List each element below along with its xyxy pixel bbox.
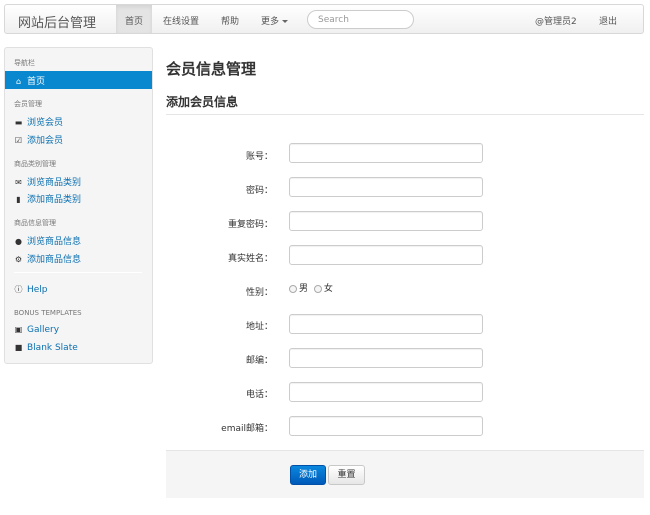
sidebar-item-home[interactable]: ⌂ 首页	[5, 71, 152, 89]
picture-icon: ▣	[14, 325, 23, 334]
sidebar-item-label: 首页	[27, 77, 46, 87]
brand-title[interactable]: 网站后台管理	[18, 12, 96, 31]
info-circle-icon: ⓘ	[14, 285, 23, 294]
gender-male-radio[interactable]	[289, 284, 297, 293]
sidebar-item-label: Blank Slate	[27, 343, 78, 353]
nav-online-settings[interactable]: 在线设置	[163, 14, 199, 27]
sidebar-item-add-member[interactable]: ☑ 添加会员	[14, 133, 63, 146]
user-icon: ●	[15, 237, 22, 246]
folder-open-icon: ▬	[14, 118, 23, 127]
nav-help[interactable]: 帮助	[221, 14, 239, 27]
password-label: 密码：	[245, 186, 273, 196]
section-divider	[166, 114, 644, 115]
zip-label: 邮编：	[245, 356, 273, 366]
real-name-label: 真实姓名：	[227, 254, 273, 264]
real-name-field[interactable]	[289, 245, 483, 265]
phone-label: 电话：	[245, 390, 273, 400]
sidebar-item-label: 添加商品信息	[27, 255, 82, 265]
sidebar-item-label: 浏览会员	[27, 118, 64, 128]
repeat-password-field[interactable]	[289, 211, 483, 231]
email-label: email邮箱：	[221, 424, 273, 434]
check-square-icon: ☑	[14, 136, 23, 145]
sidebar-header-bonus: BONUS TEMPLATES	[14, 309, 82, 317]
sidebar-item-browse-members[interactable]: ▬ 浏览会员	[14, 115, 63, 128]
sidebar: 导航栏 ⌂ 首页 会员管理 ▬ 浏览会员 ☑ 添加会员 商品类别管理 ✉ 浏览商品类别 …	[4, 47, 153, 364]
zip-field[interactable]	[289, 348, 483, 368]
sidebar-item-help[interactable]: ⓘ Help	[14, 284, 48, 295]
sidebar-item-label: Help	[27, 285, 48, 295]
nav-more-label: 更多	[261, 17, 280, 27]
gender-female-radio[interactable]	[313, 284, 322, 293]
sidebar-item-label: 浏览商品类别	[27, 178, 82, 188]
logout-link[interactable]: 退出	[599, 14, 617, 27]
user-menu[interactable]: @管理员2	[535, 14, 577, 27]
top-navbar: 网站后台管理 首页 在线设置 帮助 更多 @管理员2 退出	[4, 4, 644, 34]
sidebar-item-gallery[interactable]: ▣ Gallery	[14, 325, 59, 335]
home-icon: ⌂	[15, 77, 22, 86]
stop-icon: ■	[14, 343, 23, 352]
reset-button[interactable]: 重置	[328, 465, 365, 485]
sidebar-item-add-category[interactable]: ▮ 添加商品类别	[14, 192, 81, 205]
gender-label: 性别：	[245, 288, 273, 298]
file-icon: ▮	[16, 195, 21, 204]
section-title: 添加会员信息	[166, 95, 239, 109]
address-label: 地址：	[245, 322, 273, 332]
email-field[interactable]	[289, 416, 483, 436]
search-input[interactable]	[307, 10, 414, 29]
sidebar-item-browse-categories[interactable]: ✉ 浏览商品类别	[14, 175, 81, 188]
form-actions: 添加 重置	[166, 450, 644, 498]
sidebar-item-add-product[interactable]: ⚙ 添加商品信息	[14, 252, 81, 265]
sidebar-header-nav: 导航栏	[14, 59, 35, 67]
caret-down-icon	[282, 20, 289, 23]
repeat-password-label: 重复密码：	[227, 220, 273, 230]
address-field[interactable]	[289, 314, 483, 334]
nav-home[interactable]: 首页	[116, 5, 153, 33]
sidebar-item-label: 添加会员	[27, 136, 64, 146]
envelope-icon: ✉	[15, 178, 22, 187]
sidebar-header-members: 会员管理	[14, 100, 42, 108]
sidebar-item-label: Gallery	[27, 325, 60, 335]
add-button[interactable]: 添加	[290, 465, 326, 485]
nav-more-dropdown[interactable]: 更多	[261, 14, 289, 27]
sidebar-divider	[14, 272, 142, 273]
gender-female-label: 女	[323, 284, 333, 294]
gear-icon: ⚙	[14, 255, 23, 264]
account-label: 账号：	[245, 152, 273, 162]
account-field[interactable]	[289, 143, 483, 163]
sidebar-header-categories: 商品类别管理	[14, 160, 56, 168]
gender-male-label: 男	[299, 284, 309, 294]
phone-field[interactable]	[289, 382, 483, 402]
sidebar-header-products: 商品信息管理	[14, 219, 56, 227]
password-field[interactable]	[289, 177, 483, 197]
sidebar-item-blank-slate[interactable]: ■ Blank Slate	[14, 343, 78, 353]
page-title: 会员信息管理	[166, 60, 257, 78]
sidebar-item-browse-products[interactable]: ● 浏览商品信息	[14, 234, 81, 247]
sidebar-item-label: 添加商品类别	[27, 195, 82, 205]
gender-radio-group: 男 女	[289, 281, 333, 294]
sidebar-item-label: 浏览商品信息	[27, 237, 82, 247]
